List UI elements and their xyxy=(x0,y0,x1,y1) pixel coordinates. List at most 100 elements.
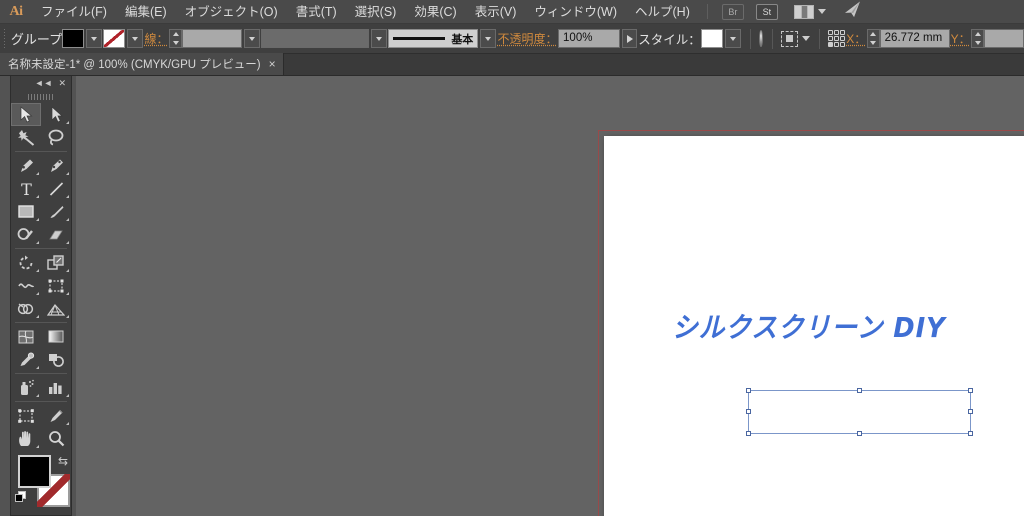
tool-curvature[interactable] xyxy=(41,154,71,177)
stroke-profile-dropdown[interactable] xyxy=(480,29,497,48)
stroke-weight-stepper[interactable] xyxy=(169,29,183,48)
collapse-panel-icon[interactable]: ◄◄ xyxy=(35,78,53,88)
canvas-area[interactable]: シルクスクリーン DIY xyxy=(76,76,1024,516)
tool-blend[interactable] xyxy=(41,348,71,371)
selection-handle-bottom-center[interactable] xyxy=(856,431,862,436)
style-swatch[interactable] xyxy=(701,29,724,48)
workspace-layout-icon[interactable] xyxy=(793,4,826,19)
tool-zoom[interactable] xyxy=(41,427,71,450)
tool-column-graph[interactable] xyxy=(41,376,71,399)
selection-handle-bottom-right[interactable] xyxy=(968,431,973,436)
tool-shaper[interactable] xyxy=(11,223,41,246)
opacity-input[interactable]: 100% xyxy=(558,29,621,48)
menu-window[interactable]: ウィンドウ(W) xyxy=(525,0,626,24)
close-icon[interactable]: × xyxy=(269,58,276,70)
tool-mesh[interactable] xyxy=(11,325,41,348)
transform-grid-icon[interactable] xyxy=(828,30,846,47)
fill-color-control[interactable] xyxy=(62,29,103,48)
align-control[interactable] xyxy=(781,30,811,47)
tool-symbol-sprayer[interactable] xyxy=(11,376,41,399)
menu-view[interactable]: 表示(V) xyxy=(466,0,526,24)
selection-handle-top-left[interactable] xyxy=(746,388,751,393)
tool-lasso[interactable] xyxy=(41,126,71,149)
tool-width[interactable] xyxy=(11,274,41,297)
x-position-input[interactable]: 26.772 mm xyxy=(879,29,950,48)
tool-free-transform[interactable] xyxy=(41,274,71,297)
tool-type[interactable]: T xyxy=(11,177,41,200)
default-fill-stroke-icon[interactable] xyxy=(15,491,27,503)
tool-rectangle[interactable] xyxy=(11,200,41,223)
selection-handle-middle-left[interactable] xyxy=(746,409,751,414)
y-position-input[interactable] xyxy=(984,29,1024,48)
tools-divider-2 xyxy=(15,248,67,249)
selection-handle-top-center[interactable] xyxy=(856,388,862,393)
tool-perspective-grid[interactable] xyxy=(41,297,71,320)
stroke-profile-preview[interactable]: 基本 xyxy=(388,29,479,48)
stock-icon[interactable]: St xyxy=(755,3,778,20)
stroke-color-control[interactable] xyxy=(103,29,144,48)
menu-file[interactable]: ファイル(F) xyxy=(32,0,116,24)
tool-pen[interactable] xyxy=(11,154,41,177)
recolor-artwork-icon[interactable] xyxy=(759,30,764,47)
x-position-stepper[interactable] xyxy=(866,29,880,48)
tools-panel-header[interactable]: ◄◄ ✕ xyxy=(11,76,71,90)
tool-hand[interactable] xyxy=(11,427,41,450)
stroke-style-input[interactable] xyxy=(261,29,370,48)
tool-eyedropper[interactable] xyxy=(11,348,41,371)
fill-dropdown-button[interactable] xyxy=(86,29,103,48)
tool-rotate[interactable] xyxy=(11,251,41,274)
x-position-control[interactable]: 26.772 mm xyxy=(866,29,950,48)
menu-help[interactable]: ヘルプ(H) xyxy=(626,0,699,24)
tool-shape-builder[interactable] xyxy=(11,297,41,320)
stroke-swatch[interactable] xyxy=(103,29,126,48)
menu-type[interactable]: 書式(T) xyxy=(287,0,346,24)
stroke-weight-dropdown[interactable] xyxy=(244,29,261,48)
menu-effect[interactable]: 効果(C) xyxy=(405,0,465,24)
artwork-text-object[interactable]: シルクスクリーン DIY xyxy=(672,314,969,342)
stroke-dropdown-button[interactable] xyxy=(127,29,144,48)
menu-select[interactable]: 選択(S) xyxy=(346,0,406,24)
align-icon[interactable] xyxy=(781,30,799,47)
tools-panel: ◄◄ ✕ T ⇆ xyxy=(10,76,72,516)
menubar-divider xyxy=(706,4,708,19)
swap-fill-stroke-icon[interactable]: ⇆ xyxy=(58,454,68,468)
app-logo: Ai xyxy=(9,3,24,19)
document-tab[interactable]: 名称未設定-1* @ 100% (CMYK/GPU プレビュー) × xyxy=(0,53,284,75)
tool-magic-wand[interactable] xyxy=(11,126,41,149)
tools-panel-grip[interactable] xyxy=(11,90,71,103)
menu-object[interactable]: オブジェクト(O) xyxy=(176,0,287,24)
style-dropdown-button[interactable] xyxy=(725,29,742,48)
stroke-style-dropdown[interactable] xyxy=(371,29,388,48)
tool-gradient[interactable] xyxy=(41,325,71,348)
opacity-popup-button[interactable] xyxy=(622,29,638,48)
tools-divider-4 xyxy=(15,373,67,374)
tool-selection[interactable] xyxy=(11,103,41,126)
close-panel-icon[interactable]: ✕ xyxy=(58,78,66,88)
stroke-weight-control[interactable] xyxy=(169,29,261,48)
tool-slice[interactable] xyxy=(41,404,71,427)
tool-scale[interactable] xyxy=(41,251,71,274)
menu-edit[interactable]: 編集(E) xyxy=(116,0,176,24)
selection-handle-middle-right[interactable] xyxy=(968,409,973,414)
tool-fill-swatch[interactable] xyxy=(18,455,51,488)
selection-bounding-box[interactable] xyxy=(746,388,973,436)
graphic-style-control[interactable] xyxy=(701,29,742,48)
bridge-icon[interactable]: Br xyxy=(721,3,744,20)
fill-swatch[interactable] xyxy=(62,29,85,48)
selection-handle-bottom-left[interactable] xyxy=(746,431,751,436)
y-position-stepper[interactable] xyxy=(971,29,984,48)
stroke-style-control[interactable] xyxy=(261,29,388,48)
tool-artboard[interactable] xyxy=(11,404,41,427)
stroke-profile-control[interactable]: 基本 xyxy=(388,29,497,48)
tool-eraser[interactable] xyxy=(41,223,71,246)
tools-grid-4 xyxy=(11,325,71,371)
y-position-control[interactable] xyxy=(971,29,1024,48)
stroke-weight-input[interactable] xyxy=(182,29,243,48)
tool-line-segment[interactable] xyxy=(41,177,71,200)
selection-handle-top-right[interactable] xyxy=(968,388,973,393)
opacity-control[interactable]: 100% xyxy=(558,29,638,48)
tool-paintbrush[interactable] xyxy=(41,200,71,223)
control-bar-grip[interactable] xyxy=(4,28,5,49)
tool-direct-selection[interactable] xyxy=(41,103,71,126)
share-plane-icon[interactable] xyxy=(842,0,866,23)
